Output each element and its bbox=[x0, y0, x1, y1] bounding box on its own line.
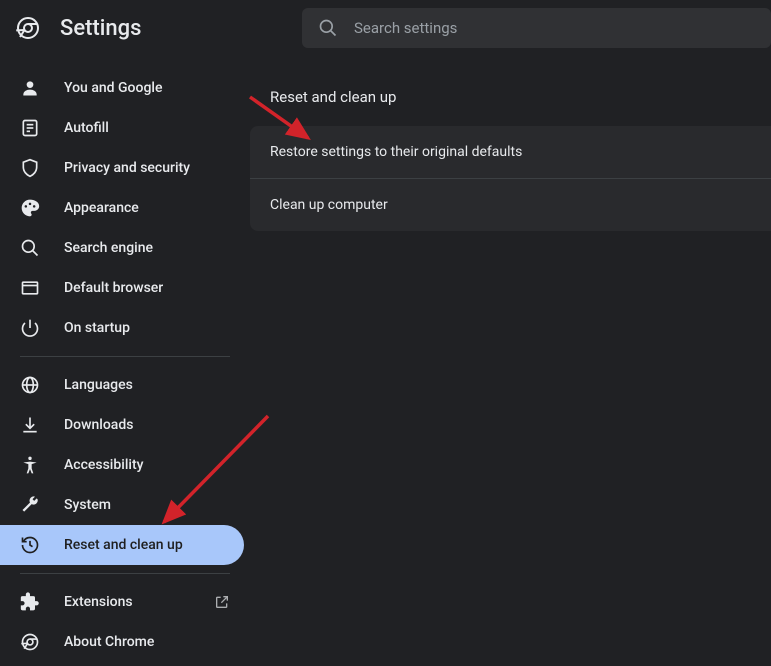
sidebar-item-label: Languages bbox=[64, 377, 230, 393]
sidebar-item-label: Privacy and security bbox=[64, 160, 230, 176]
sidebar-item-label: About Chrome bbox=[64, 634, 230, 650]
person-icon bbox=[20, 78, 40, 98]
puzzle-icon bbox=[20, 592, 40, 612]
card-row-clean-up[interactable]: Clean up computer bbox=[250, 179, 771, 231]
sidebar-item-privacy-security[interactable]: Privacy and security bbox=[0, 148, 250, 188]
sidebar-item-system[interactable]: System bbox=[0, 485, 250, 525]
sidebar-item-default-browser[interactable]: Default browser bbox=[0, 268, 250, 308]
sidebar: You and Google Autofill Privacy and secu… bbox=[0, 56, 250, 666]
sidebar-item-label: System bbox=[64, 497, 230, 513]
shield-icon bbox=[20, 158, 40, 178]
sidebar-item-label: You and Google bbox=[64, 80, 230, 96]
section-title: Reset and clean up bbox=[250, 76, 771, 126]
sidebar-item-label: Downloads bbox=[64, 417, 230, 433]
sidebar-item-label: Appearance bbox=[64, 200, 230, 216]
sidebar-item-accessibility[interactable]: Accessibility bbox=[0, 445, 250, 485]
sidebar-item-extensions[interactable]: Extensions bbox=[0, 582, 250, 622]
accessibility-icon bbox=[20, 455, 40, 475]
search-input[interactable] bbox=[354, 19, 755, 37]
header: Settings bbox=[0, 0, 771, 56]
content: You and Google Autofill Privacy and secu… bbox=[0, 56, 771, 666]
sidebar-item-you-and-google[interactable]: You and Google bbox=[0, 68, 250, 108]
sidebar-item-on-startup[interactable]: On startup bbox=[0, 308, 250, 348]
wrench-icon bbox=[20, 495, 40, 515]
sidebar-item-downloads[interactable]: Downloads bbox=[0, 405, 250, 445]
sidebar-item-autofill[interactable]: Autofill bbox=[0, 108, 250, 148]
search-icon bbox=[318, 18, 338, 38]
sidebar-item-label: Search engine bbox=[64, 240, 230, 256]
sidebar-item-label: On startup bbox=[64, 320, 230, 336]
sidebar-item-about-chrome[interactable]: About Chrome bbox=[0, 622, 250, 662]
sidebar-item-label: Accessibility bbox=[64, 457, 230, 473]
restore-icon bbox=[20, 535, 40, 555]
browser-icon bbox=[20, 278, 40, 298]
sidebar-item-label: Extensions bbox=[64, 594, 190, 610]
chrome-icon bbox=[20, 632, 40, 652]
sidebar-item-label: Reset and clean up bbox=[64, 537, 224, 553]
sidebar-item-appearance[interactable]: Appearance bbox=[0, 188, 250, 228]
autofill-icon bbox=[20, 118, 40, 138]
page-title: Settings bbox=[60, 16, 141, 41]
main: Reset and clean up Restore settings to t… bbox=[250, 56, 771, 666]
globe-icon bbox=[20, 375, 40, 395]
card-row-label: Restore settings to their original defau… bbox=[270, 144, 522, 160]
sidebar-divider bbox=[20, 356, 230, 357]
power-icon bbox=[20, 318, 40, 338]
settings-card: Restore settings to their original defau… bbox=[250, 126, 771, 231]
sidebar-item-label: Default browser bbox=[64, 280, 230, 296]
sidebar-item-reset-clean-up[interactable]: Reset and clean up bbox=[0, 525, 244, 565]
sidebar-item-languages[interactable]: Languages bbox=[0, 365, 250, 405]
sidebar-item-label: Autofill bbox=[64, 120, 230, 136]
download-icon bbox=[20, 415, 40, 435]
sidebar-item-search-engine[interactable]: Search engine bbox=[0, 228, 250, 268]
search-box[interactable] bbox=[302, 8, 771, 48]
sidebar-divider bbox=[20, 573, 230, 574]
card-row-restore-defaults[interactable]: Restore settings to their original defau… bbox=[250, 126, 771, 178]
card-row-label: Clean up computer bbox=[270, 197, 388, 213]
header-title-area: Settings bbox=[16, 16, 296, 41]
search-icon bbox=[20, 238, 40, 258]
external-link-icon bbox=[214, 594, 230, 610]
palette-icon bbox=[20, 198, 40, 218]
chrome-logo-icon bbox=[16, 16, 40, 40]
